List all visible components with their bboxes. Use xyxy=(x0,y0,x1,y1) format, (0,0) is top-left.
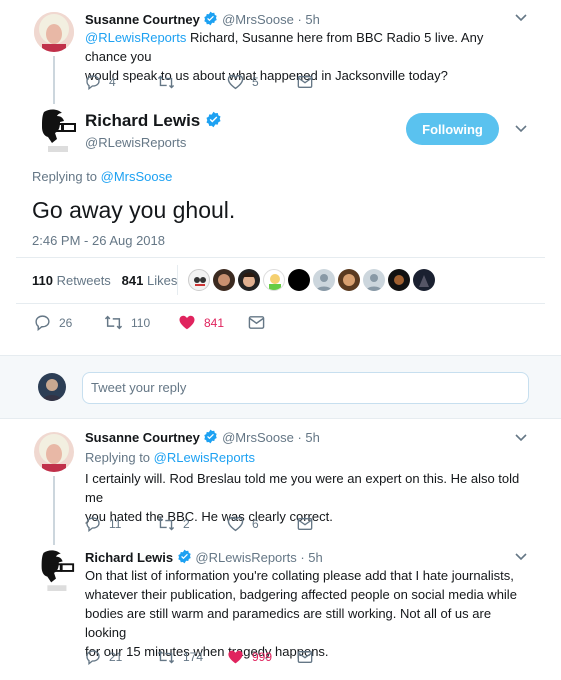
chevron-down-icon[interactable] xyxy=(515,434,527,442)
verified-icon xyxy=(206,111,221,128)
reply-button[interactable]: 26 xyxy=(34,314,104,331)
tweet-header: Richard Lewis @RLewisReports · 5h xyxy=(85,549,323,565)
verified-icon xyxy=(204,429,218,444)
handle[interactable]: @MrsSoose xyxy=(222,12,294,27)
heart-icon xyxy=(227,516,244,532)
display-name[interactable]: Susanne Courtney xyxy=(85,430,200,445)
replying-to: Replying to @RLewisReports xyxy=(85,450,255,465)
tweet-susanne-1[interactable]: Susanne Courtney @MrsSoose · 5h @RLewisR… xyxy=(0,0,561,105)
retweet-icon xyxy=(157,650,175,664)
liker-avatar[interactable] xyxy=(338,269,360,291)
tweet-text: Go away you ghoul. xyxy=(32,197,236,223)
tweet-main-richard[interactable]: Richard Lewis @RLewisReports Following R… xyxy=(0,100,561,340)
retweet-button[interactable] xyxy=(157,74,227,90)
mail-icon xyxy=(297,518,313,530)
like-button[interactable]: 841 xyxy=(178,314,248,331)
verified-icon xyxy=(178,549,191,564)
divider xyxy=(16,257,545,258)
following-button[interactable]: Following xyxy=(406,113,499,145)
retweet-button[interactable]: 110 xyxy=(104,314,178,331)
retweet-stats-link[interactable]: 110 Retweets xyxy=(32,273,111,288)
divider xyxy=(16,303,545,304)
liker-avatar[interactable] xyxy=(263,269,285,291)
mention-link[interactable]: @MrsSoose xyxy=(101,169,173,184)
liker-avatar[interactable] xyxy=(413,269,435,291)
mail-icon xyxy=(248,316,265,329)
direct-message-button[interactable] xyxy=(297,650,313,664)
avatar[interactable] xyxy=(34,108,78,152)
tweet-header: Susanne Courtney @MrsSoose · 5h xyxy=(85,11,320,27)
handle[interactable]: @RLewisReports xyxy=(195,550,296,565)
direct-message-button[interactable] xyxy=(297,517,313,531)
display-name[interactable]: Richard Lewis xyxy=(85,111,222,131)
handle[interactable]: @MrsSoose xyxy=(222,430,294,445)
chevron-down-icon[interactable] xyxy=(515,553,527,561)
chevron-down-icon[interactable] xyxy=(515,125,527,133)
tweet-stats: 110 Retweets 841 Likes xyxy=(32,273,177,288)
thread-line xyxy=(53,476,55,545)
avatar[interactable] xyxy=(34,432,74,472)
liker-avatar[interactable] xyxy=(388,269,410,291)
heart-icon xyxy=(227,74,244,90)
avatar[interactable] xyxy=(34,12,74,52)
reply-button[interactable]: 11 xyxy=(85,516,157,532)
liker-avatar[interactable] xyxy=(313,269,335,291)
tweet-text: On that list of information you're colla… xyxy=(85,568,517,659)
tweet-actions: 21 174 999 xyxy=(85,649,313,665)
retweet-button[interactable]: 174 xyxy=(157,649,227,665)
verified-icon xyxy=(204,11,218,26)
reply-icon xyxy=(86,650,100,665)
liker-avatar[interactable] xyxy=(288,269,310,291)
reply-icon xyxy=(86,75,100,90)
tweet-actions: 26 110 841 xyxy=(34,314,265,331)
mail-icon xyxy=(297,76,313,88)
replying-to: Replying to @MrsSoose xyxy=(32,169,173,184)
chevron-down-icon[interactable] xyxy=(515,14,527,22)
thread-line xyxy=(53,56,55,104)
stats-separator xyxy=(177,265,178,295)
like-button[interactable]: 5 xyxy=(227,74,297,90)
mention-link[interactable]: @RLewisReports xyxy=(85,30,186,45)
tweet-actions: 11 2 6 xyxy=(85,516,313,532)
direct-message-button[interactable] xyxy=(297,75,313,89)
display-name[interactable]: Susanne Courtney xyxy=(85,12,200,27)
tweet-reply-input[interactable]: Tweet your reply xyxy=(82,372,529,404)
retweet-icon xyxy=(157,517,175,531)
tweet-richard-2[interactable]: Richard Lewis @RLewisReports · 5h On tha… xyxy=(0,545,561,680)
timestamp[interactable]: 2:46 PM - 26 Aug 2018 xyxy=(32,233,165,248)
liker-avatar[interactable] xyxy=(188,269,210,291)
liker-avatar[interactable] xyxy=(363,269,385,291)
reply-composer: Tweet your reply xyxy=(0,355,561,419)
tweet-header: Susanne Courtney @MrsSoose · 5h xyxy=(85,429,320,445)
timestamp[interactable]: · 5h xyxy=(300,550,322,565)
retweet-icon xyxy=(104,315,123,330)
tweet-actions: 4 5 xyxy=(85,74,313,90)
retweet-button[interactable]: 2 xyxy=(157,516,227,532)
likes-stats-link[interactable]: 841 Likes xyxy=(122,273,178,288)
handle[interactable]: @RLewisReports xyxy=(85,135,186,150)
mail-icon xyxy=(297,651,313,663)
tweet-susanne-2[interactable]: Susanne Courtney @MrsSoose · 5h Replying… xyxy=(0,420,561,545)
like-button[interactable]: 999 xyxy=(227,649,297,665)
liker-avatar[interactable] xyxy=(213,269,235,291)
reply-button[interactable]: 21 xyxy=(85,649,157,665)
heart-filled-icon xyxy=(228,650,243,664)
timestamp[interactable]: · 5h xyxy=(297,12,319,27)
reply-icon xyxy=(86,517,100,532)
reply-button[interactable]: 4 xyxy=(85,74,157,90)
heart-filled-icon xyxy=(179,315,195,330)
direct-message-button[interactable] xyxy=(248,315,265,330)
mention-link[interactable]: @RLewisReports xyxy=(154,450,255,465)
like-button[interactable]: 6 xyxy=(227,516,297,532)
reply-icon xyxy=(35,315,50,331)
retweet-icon xyxy=(157,75,175,89)
display-name[interactable]: Richard Lewis xyxy=(85,550,173,565)
liker-avatar[interactable] xyxy=(238,269,260,291)
avatar[interactable] xyxy=(34,549,76,591)
timestamp[interactable]: · 5h xyxy=(297,430,319,445)
avatar xyxy=(38,373,66,401)
